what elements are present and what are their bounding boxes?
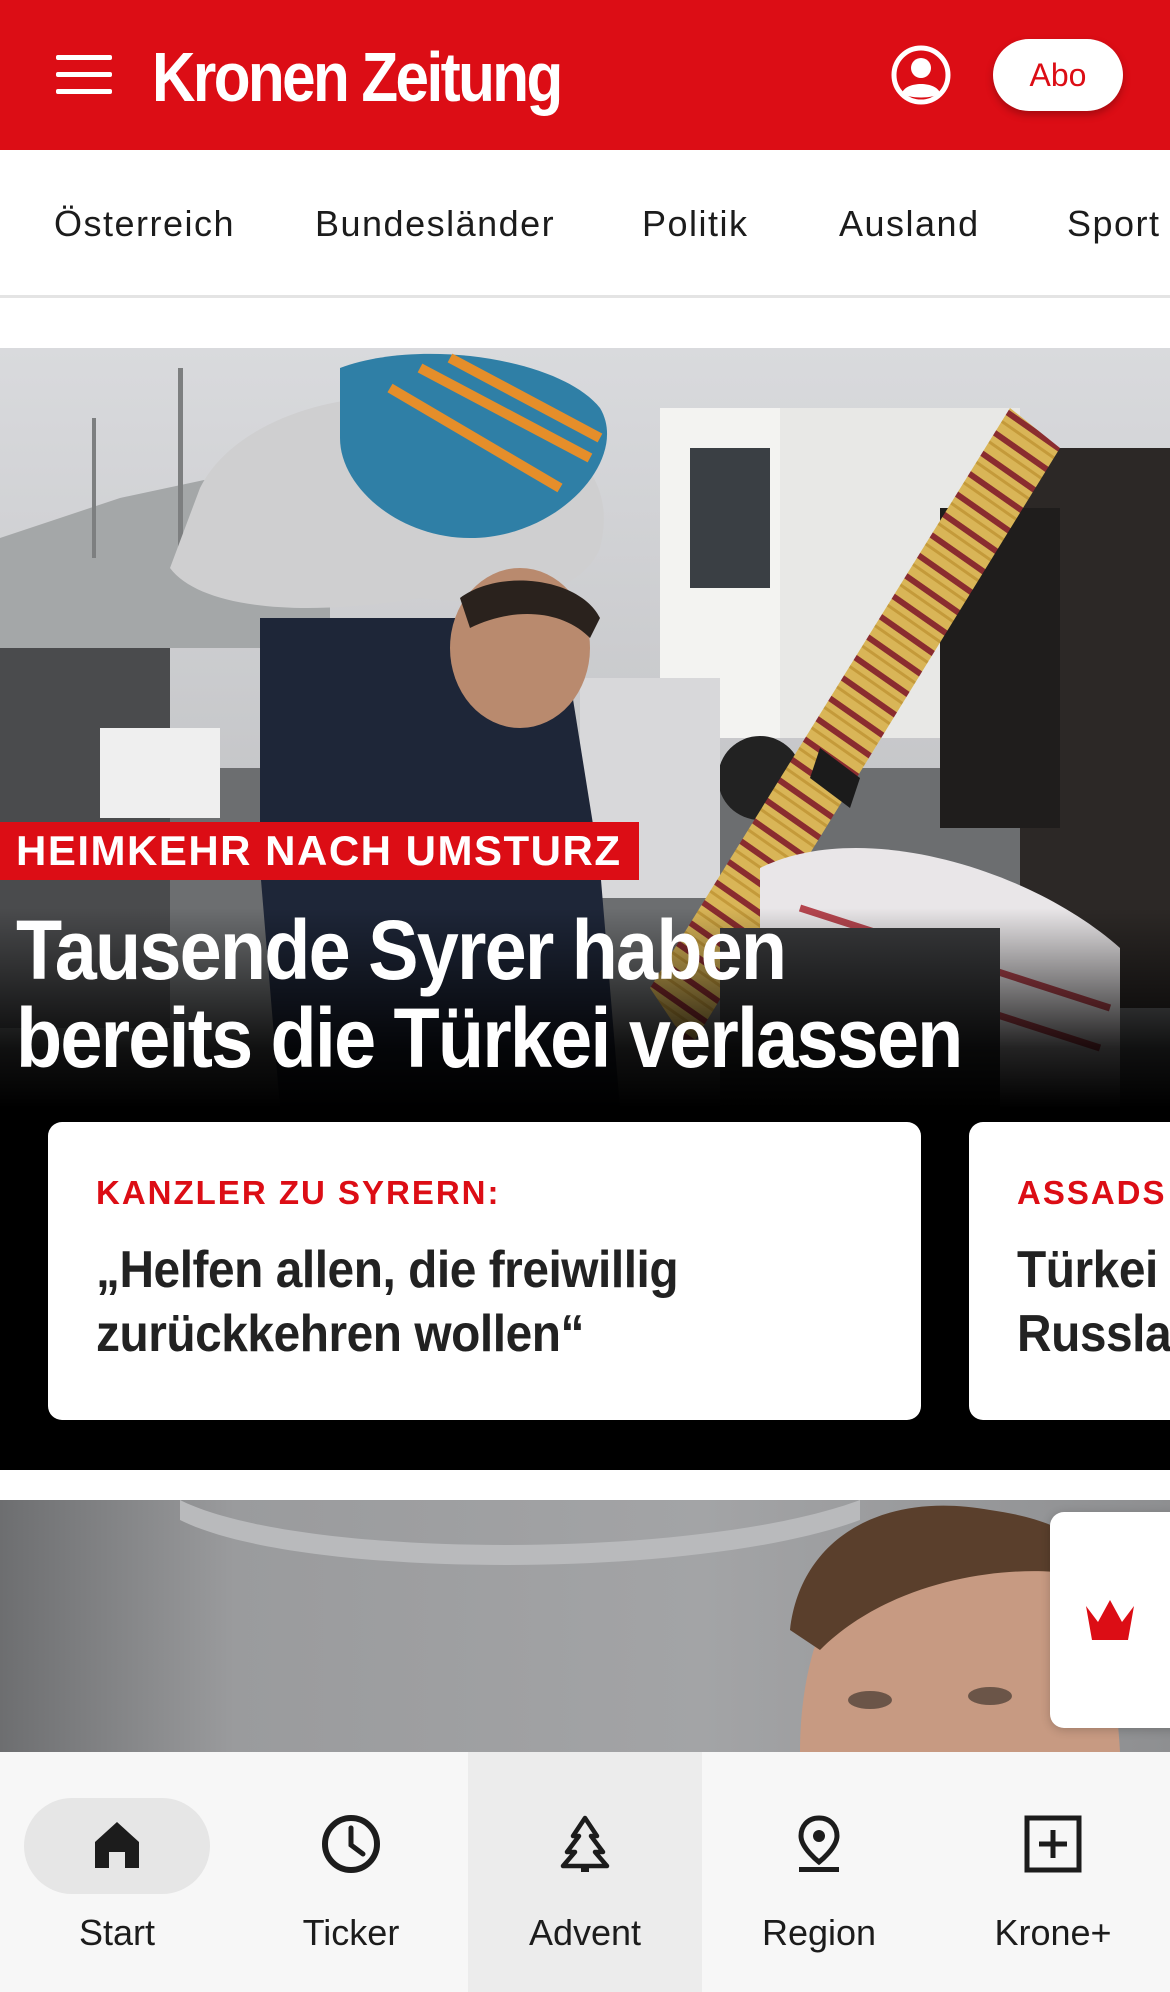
category-oesterreich[interactable]: Österreich [54,150,235,295]
nav-start[interactable]: Start [0,1752,234,1992]
teaser-card[interactable]: ASSADS Türkei Russla [969,1122,1170,1420]
menu-icon[interactable] [56,55,112,95]
hero-title[interactable]: Tausende Syrer haben bereits die Türkei … [16,906,1024,1082]
nav-label: Start [78,1912,156,1953]
category-ausland[interactable]: Ausland [839,150,980,295]
article-photo[interactable] [0,1500,1170,1752]
teaser-title: „Helfen allen, die freiwillig zurückkehr… [96,1241,679,1363]
category-bundeslaender[interactable]: Bundesländer [315,150,555,295]
nav-region[interactable]: Region [702,1752,936,1992]
category-politik[interactable]: Politik [642,150,749,295]
category-sport[interactable]: Sport [1067,150,1161,295]
bottom-nav: Start Ticker Advent Region Krone+ [0,1752,1170,1992]
top-header: Kronen Zeitung Abo [0,0,1170,150]
site-logo[interactable]: Kronen Zeitung [152,32,563,122]
account-icon[interactable] [890,44,952,106]
nav-label: Region [761,1912,877,1953]
abo-button[interactable]: Abo [993,39,1123,111]
nav-advent[interactable]: Advent [468,1752,702,1992]
category-nav: Österreich Bundesländer Politik Ausland … [0,150,1170,298]
teaser-kicker: ASSADS [1017,1174,1167,1211]
location-pin-icon [798,1815,840,1872]
teaser-title: Türkei Russla [1017,1241,1170,1363]
clock-icon [322,1815,380,1873]
teaser-card[interactable]: KANZLER ZU SYRERN: „Helfen allen, die fr… [48,1122,921,1420]
home-icon [95,1822,139,1868]
teaser-kicker: KANZLER ZU SYRERN: [96,1174,501,1211]
nav-krone-plus[interactable]: Krone+ [936,1752,1170,1992]
nav-label: Advent [528,1912,642,1953]
hero-article[interactable]: HEIMKEHR NACH UMSTURZ Tausende Syrer hab… [0,348,1170,1470]
nav-label: Ticker [302,1912,400,1953]
krone-plus-tab[interactable] [1050,1512,1170,1728]
nav-label: Krone+ [994,1912,1112,1953]
hero-kicker: HEIMKEHR NACH UMSTURZ [0,822,640,880]
nav-ticker[interactable]: Ticker [234,1752,468,1992]
plus-box-icon [1024,1815,1082,1873]
crown-icon [1086,1600,1134,1640]
tree-icon [560,1815,610,1872]
